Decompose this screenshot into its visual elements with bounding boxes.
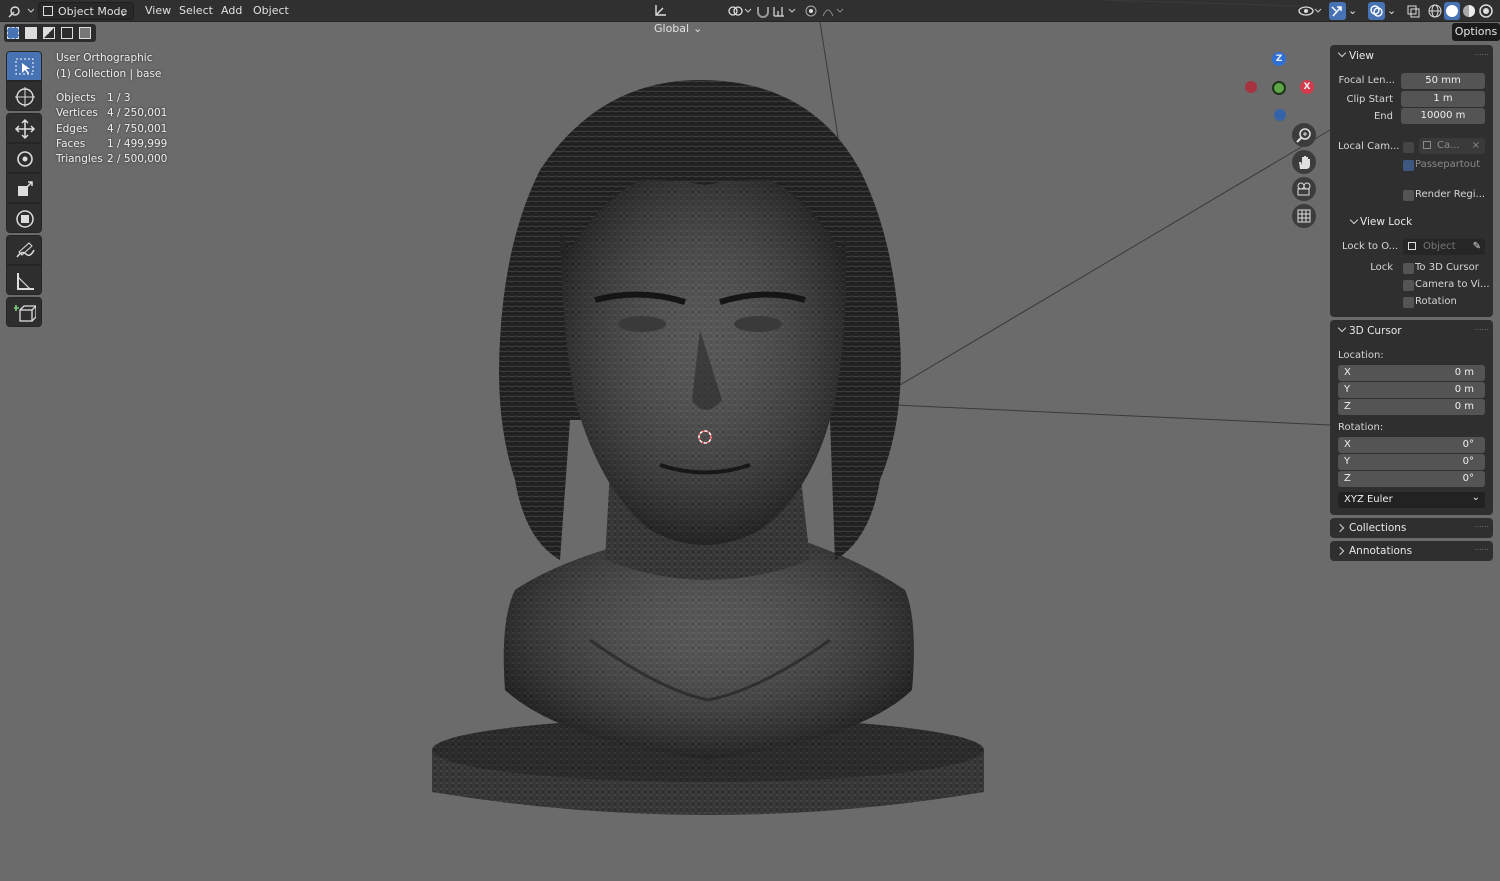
chevron-right-icon xyxy=(1335,523,1345,533)
rotation-x-value: 0° xyxy=(1462,439,1474,450)
viewport-scene[interactable] xyxy=(0,0,1500,881)
axis-label: X xyxy=(1344,367,1351,378)
camera-icon xyxy=(1297,182,1311,196)
focal-length-field[interactable]: 50 mm xyxy=(1401,73,1485,89)
view-lock-title[interactable]: View Lock xyxy=(1360,216,1412,228)
local-camera-value: Ca... xyxy=(1437,140,1460,151)
annotations-panel[interactable]: Annotations ⋯⋯ xyxy=(1330,541,1493,561)
hand-icon xyxy=(1299,156,1310,169)
rotation-z-field[interactable]: Z 0° xyxy=(1338,471,1485,487)
pan-button[interactable] xyxy=(1292,150,1316,174)
location-y-field[interactable]: Y 0 m xyxy=(1338,382,1485,398)
local-camera-label: Local Cam... xyxy=(1338,141,1400,152)
camera-to-view-label: Camera to Vi... xyxy=(1415,279,1490,290)
clip-end-label: End xyxy=(1373,111,1393,122)
drag-handle-icon[interactable]: ⋯⋯ xyxy=(1474,50,1489,59)
bust-face[interactable] xyxy=(560,180,847,545)
clip-end-field[interactable]: 10000 m xyxy=(1401,108,1485,124)
chevron-down-icon: ⌄ xyxy=(1471,492,1480,503)
chevron-right-icon xyxy=(1335,546,1345,556)
drag-handle-icon[interactable]: ⋯⋯ xyxy=(1474,545,1489,554)
passepartout-label: Passepartout xyxy=(1415,159,1481,170)
rotation-x-field[interactable]: X 0° xyxy=(1338,437,1485,453)
lock-rotation-label: Rotation xyxy=(1415,296,1457,307)
rotation-y-field[interactable]: Y 0° xyxy=(1338,454,1485,470)
view-panel-title[interactable]: View xyxy=(1349,50,1374,62)
3d-cursor-panel: 3D Cursor ⋯⋯ Location: X 0 m Y 0 m Z 0 m… xyxy=(1330,320,1493,515)
rotation-mode-dropdown[interactable]: XYZ Euler ⌄ xyxy=(1338,492,1485,508)
chevron-down-icon[interactable] xyxy=(1349,215,1359,225)
relationship-line xyxy=(894,404,1331,426)
x-axis-handle[interactable]: X xyxy=(1300,80,1314,94)
passepartout-checkbox[interactable] xyxy=(1403,160,1414,171)
rotation-label: Rotation: xyxy=(1338,422,1384,433)
lock-to-cursor-checkbox[interactable] xyxy=(1403,263,1414,274)
local-camera-checkbox[interactable] xyxy=(1403,142,1414,153)
render-region-label: Render Regi... xyxy=(1415,189,1486,200)
rotation-z-value: 0° xyxy=(1462,473,1474,484)
y-axis-handle[interactable] xyxy=(1272,81,1286,95)
location-y-value: 0 m xyxy=(1454,384,1474,395)
z-axis-handle[interactable]: Z xyxy=(1272,52,1286,66)
rotation-y-value: 0° xyxy=(1462,456,1474,467)
rotation-mode-value: XYZ Euler xyxy=(1344,494,1393,505)
local-camera-field[interactable]: Ca... × xyxy=(1419,138,1485,154)
eyedropper-icon[interactable]: ✎ xyxy=(1473,239,1481,255)
axis-label: Y xyxy=(1344,456,1351,467)
camera-object-icon xyxy=(1423,141,1431,149)
zoom-magnifier-icon xyxy=(1296,128,1311,143)
axis-label: X xyxy=(1344,439,1351,450)
neg-x-axis-handle[interactable] xyxy=(1245,81,1257,93)
collections-title[interactable]: Collections xyxy=(1349,522,1406,534)
lock-rotation-checkbox[interactable] xyxy=(1403,297,1414,308)
neg-z-axis-handle[interactable] xyxy=(1274,109,1286,121)
location-z-value: 0 m xyxy=(1454,401,1474,412)
grid-icon xyxy=(1297,209,1311,223)
navigation-gizmo[interactable]: Z X xyxy=(1240,50,1320,125)
relationship-line xyxy=(894,129,1331,389)
render-region-checkbox[interactable] xyxy=(1403,190,1414,201)
clip-start-field[interactable]: 1 m xyxy=(1401,91,1485,107)
chevron-down-icon[interactable] xyxy=(1337,48,1347,58)
zoom-button[interactable] xyxy=(1292,123,1316,147)
camera-to-view-checkbox[interactable] xyxy=(1403,280,1414,291)
axis-label: Z xyxy=(1344,401,1351,412)
focal-length-label: Focal Len... xyxy=(1338,75,1395,86)
camera-view-button[interactable] xyxy=(1292,177,1316,201)
location-z-field[interactable]: Z 0 m xyxy=(1338,399,1485,415)
annotations-title[interactable]: Annotations xyxy=(1349,545,1412,557)
clip-start-label: Clip Start xyxy=(1346,94,1394,105)
location-label: Location: xyxy=(1338,350,1384,361)
relationship-line xyxy=(1099,0,1301,7)
location-x-value: 0 m xyxy=(1454,367,1474,378)
view-panel: View ⋯⋯ Focal Len... 50 mm Clip Start 1 … xyxy=(1330,45,1493,317)
drag-handle-icon[interactable]: ⋯⋯ xyxy=(1474,522,1489,531)
lock-to-object-placeholder: Object xyxy=(1423,241,1456,252)
axis-label: Z xyxy=(1344,473,1351,484)
drag-handle-icon[interactable]: ⋯⋯ xyxy=(1474,325,1489,334)
lock-to-object-label: Lock to O... xyxy=(1342,241,1399,252)
chevron-down-icon[interactable] xyxy=(1337,323,1347,333)
lock-to-object-field[interactable]: Object ✎ xyxy=(1403,239,1485,255)
ortho-toggle-button[interactable] xyxy=(1292,204,1316,228)
3d-cursor-panel-title[interactable]: 3D Cursor xyxy=(1349,325,1402,337)
location-x-field[interactable]: X 0 m xyxy=(1338,365,1485,381)
collections-panel[interactable]: Collections ⋯⋯ xyxy=(1330,518,1493,538)
object-icon xyxy=(1408,242,1416,250)
lock-to-cursor-label: To 3D Cursor xyxy=(1415,262,1479,273)
axis-label: Y xyxy=(1344,384,1351,395)
lock-label: Lock xyxy=(1370,262,1393,273)
clear-x-icon[interactable]: × xyxy=(1472,138,1480,154)
